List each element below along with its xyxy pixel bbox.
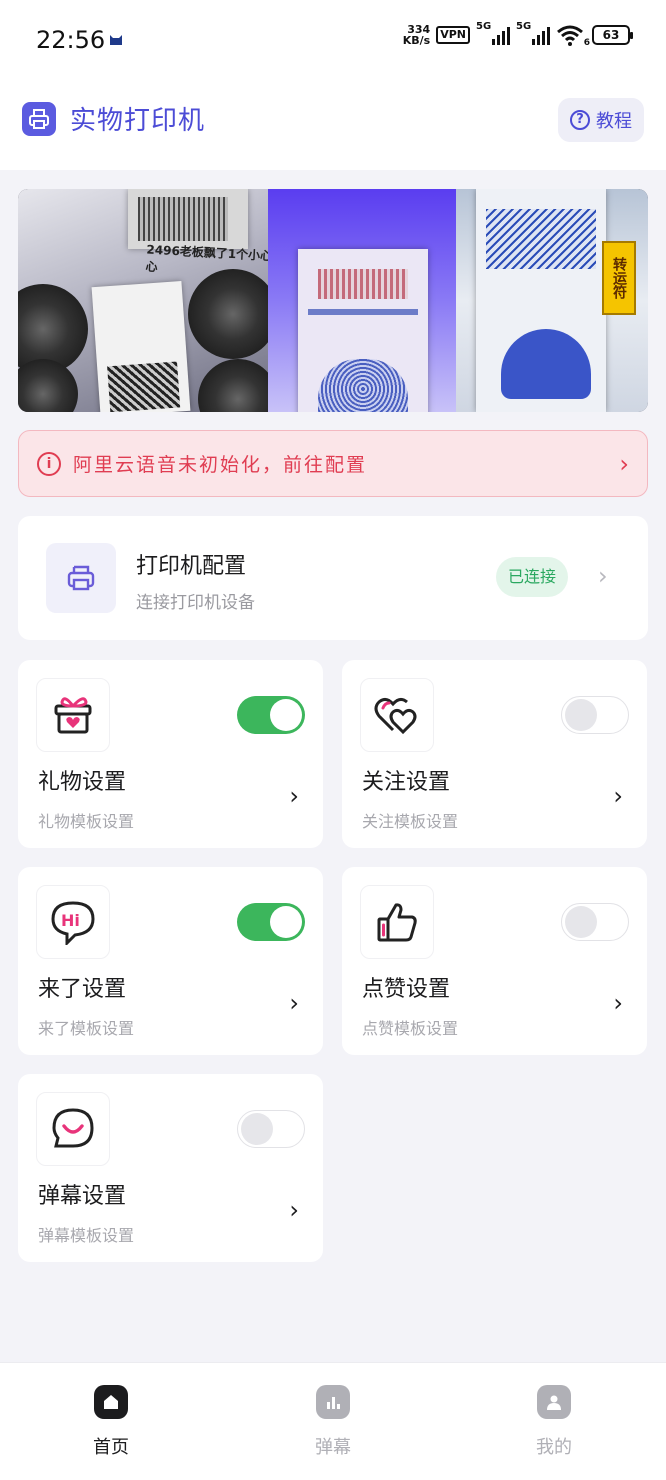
wifi-label: 6: [583, 38, 590, 48]
printer-config-subtitle: 连接打印机设备: [136, 593, 255, 613]
gift-toggle[interactable]: [237, 696, 305, 734]
tutorial-label: 教程: [596, 111, 632, 132]
tile-title: 点赞设置: [362, 977, 451, 1002]
gift-settings-card[interactable]: 礼物设置 礼物模板设置 ›: [18, 660, 323, 848]
chevron-right-icon: ›: [619, 449, 629, 478]
banner-caption: 2496老板飘了1个小心心: [145, 242, 273, 275]
printer-config-card[interactable]: 打印机配置 连接打印机设备 已连接 ›: [18, 516, 648, 640]
banner-photo-3: 转运符: [456, 189, 648, 412]
wifi-icon: 6: [556, 24, 590, 48]
config-alert[interactable]: i 阿里云语音未初始化，前往配置 ›: [18, 430, 648, 497]
chevron-right-icon: ›: [613, 989, 623, 1017]
tile-title: 弹幕设置: [38, 1184, 127, 1209]
fortune-charm: 转运符: [602, 241, 636, 315]
chart-icon: [316, 1385, 350, 1419]
connection-status-badge: 已连接: [496, 557, 568, 597]
nav-home[interactable]: 首页: [51, 1385, 171, 1459]
chevron-right-icon: ›: [289, 782, 299, 810]
notification-icon: [108, 31, 124, 47]
chevron-right-icon: ›: [613, 782, 623, 810]
arrival-settings-card[interactable]: Hi 来了设置 来了模板设置 ›: [18, 867, 323, 1055]
like-toggle[interactable]: [561, 903, 629, 941]
chevron-right-icon: ›: [598, 562, 608, 590]
home-icon: [94, 1385, 128, 1419]
printer-logo-icon: [22, 102, 56, 136]
user-icon: [537, 1385, 571, 1419]
app-header: 实物打印机 ? 教程: [0, 80, 666, 170]
nav-home-label: 首页: [93, 1437, 129, 1458]
tile-subtitle: 点赞模板设置: [362, 1019, 459, 1038]
tile-subtitle: 礼物模板设置: [38, 812, 135, 831]
nav-profile-label: 我的: [536, 1437, 572, 1458]
danmaku-settings-card[interactable]: 弹幕设置 弹幕模板设置 ›: [18, 1074, 323, 1262]
thumbs-up-icon: [360, 885, 434, 959]
hi-bubble-icon: Hi: [36, 885, 110, 959]
nav-danmaku-label: 弹幕: [315, 1437, 351, 1458]
printer-icon: [46, 543, 116, 613]
cell-signal-icon: 5G: [476, 21, 510, 45]
tile-title: 来了设置: [38, 977, 127, 1002]
banner-photo-1: 2496老板飘了1个小心心: [18, 189, 278, 412]
tile-subtitle: 弹幕模板设置: [38, 1226, 135, 1245]
nav-profile[interactable]: 我的: [494, 1385, 614, 1459]
tutorial-button[interactable]: ? 教程: [558, 98, 644, 142]
follow-toggle[interactable]: [561, 696, 629, 734]
signal-label: 5G: [516, 21, 532, 32]
like-settings-card[interactable]: 点赞设置 点赞模板设置 ›: [342, 867, 647, 1055]
svg-text:Hi: Hi: [61, 911, 80, 930]
battery-icon: 63: [592, 25, 633, 45]
danmaku-toggle[interactable]: [237, 1110, 305, 1148]
tile-subtitle: 关注模板设置: [362, 812, 459, 831]
status-indicators: 334 KB/s VPN 5G 5G 6 63: [398, 21, 633, 48]
status-bar: 22:56 334 KB/s VPN 5G 5G 6 63: [0, 0, 666, 80]
alert-text: 阿里云语音未初始化，前往配置: [73, 454, 368, 476]
signal-label: 5G: [476, 21, 492, 32]
bottom-navigation: 首页 弹幕 我的: [0, 1362, 666, 1480]
promo-banner[interactable]: 2496老板飘了1个小心心 转运符: [18, 189, 648, 412]
tile-title: 关注设置: [362, 770, 451, 795]
printer-config-title: 打印机配置: [136, 554, 247, 579]
cell-signal-icon: 5G: [516, 21, 550, 45]
chevron-right-icon: ›: [289, 989, 299, 1017]
status-time: 22:56: [36, 26, 106, 54]
network-speed-unit: KB/s: [402, 34, 431, 47]
follow-settings-card[interactable]: 关注设置 关注模板设置 ›: [342, 660, 647, 848]
page-title: 实物打印机: [70, 106, 206, 136]
hearts-icon: [360, 678, 434, 752]
network-speed: 334 KB/s: [398, 24, 430, 46]
smile-bubble-icon: [36, 1092, 110, 1166]
tile-subtitle: 来了模板设置: [38, 1019, 135, 1038]
gift-icon: [36, 678, 110, 752]
tile-title: 礼物设置: [38, 770, 127, 795]
info-icon: i: [37, 451, 61, 476]
nav-danmaku[interactable]: 弹幕: [273, 1385, 393, 1459]
help-icon: ?: [570, 110, 590, 130]
banner-photo-2: [268, 189, 458, 412]
arrival-toggle[interactable]: [237, 903, 305, 941]
vpn-badge: VPN: [436, 26, 470, 44]
chevron-right-icon: ›: [289, 1196, 299, 1224]
